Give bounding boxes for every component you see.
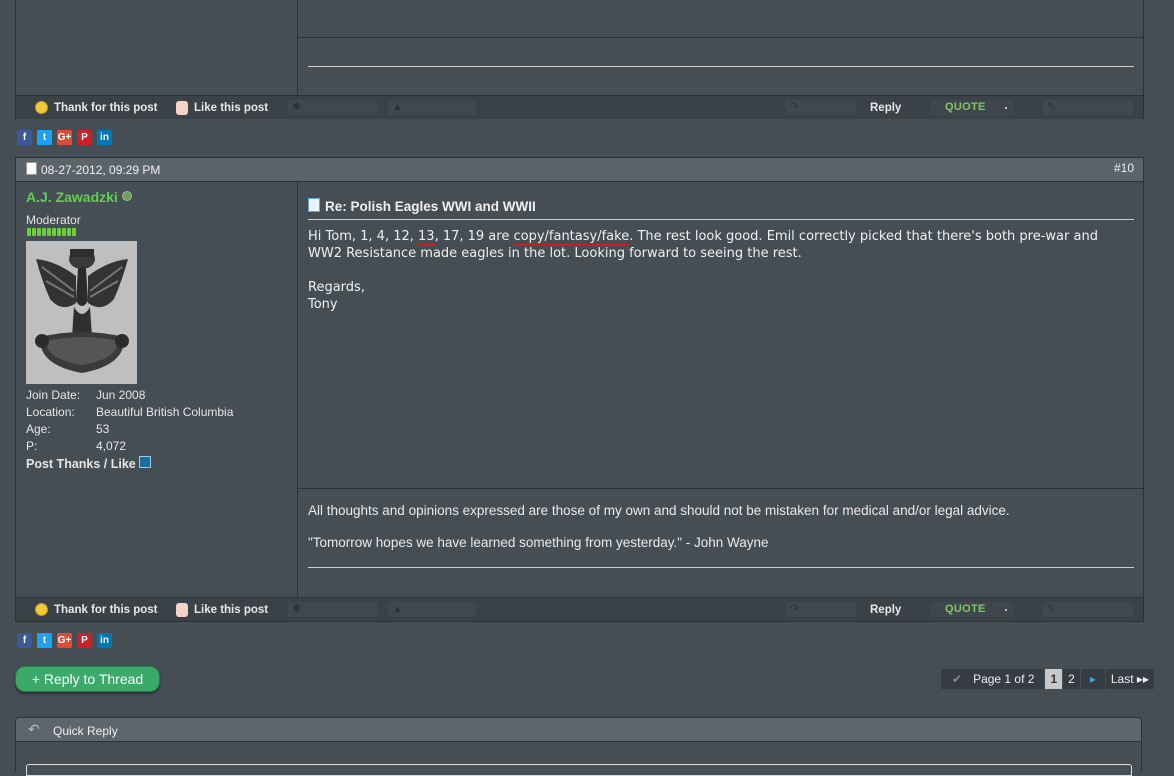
share-bar-top: f t G+ Pin bbox=[17, 129, 117, 145]
quick-reply-panel bbox=[15, 742, 1142, 776]
edit-icon: ✎ bbox=[1047, 101, 1057, 113]
like-button[interactable]: Like this post bbox=[176, 598, 268, 622]
reply-to-thread-button[interactable]: + Reply to Thread bbox=[15, 666, 160, 692]
post-date: 08-27-2012, 09:29 PM bbox=[26, 162, 160, 177]
user-title: Moderator bbox=[26, 213, 81, 227]
edit-button[interactable]: ✎ bbox=[1043, 602, 1133, 617]
message-signoff: Tony bbox=[308, 297, 338, 312]
thumbs-up-icon bbox=[176, 602, 188, 617]
pinterest-icon[interactable]: P bbox=[77, 130, 92, 145]
share-bar-bottom: f t G+ Pin bbox=[17, 632, 117, 648]
quick-reply-editor[interactable] bbox=[26, 764, 1132, 776]
quick-reply-header[interactable]: ↶ Quick Reply bbox=[15, 717, 1142, 742]
reply-button[interactable]: Reply bbox=[870, 96, 901, 120]
signature-divider bbox=[298, 488, 1144, 489]
eagle-avatar-image bbox=[26, 241, 137, 384]
user-stats: Join Date: Jun 2008 Location: Beautiful Br… bbox=[26, 388, 296, 456]
thank-button[interactable]: Thank for this post bbox=[35, 96, 158, 120]
post-number[interactable]: #10 bbox=[1114, 161, 1134, 175]
warning-icon: ▲ bbox=[392, 603, 403, 615]
edit-icon: ✎ bbox=[1047, 603, 1057, 615]
message-paragraph-1: Hi Tom, 1, 4, 12, 13, 17, 19 are copy/fa… bbox=[308, 229, 1098, 261]
page-of-label[interactable]: ✔ Page 1 of 2 bbox=[941, 669, 1045, 689]
like-button[interactable]: Like this post bbox=[176, 96, 268, 120]
stat-location: Location: Beautiful British Columbia bbox=[26, 405, 234, 419]
last-page-link[interactable]: Last ▸▸ bbox=[1105, 669, 1154, 689]
twitter-icon[interactable]: t bbox=[37, 633, 52, 648]
signature-rule bbox=[308, 567, 1134, 568]
previous-post-userinfo bbox=[16, 0, 298, 95]
post-title: Re: Polish Eagles WWI and WWII bbox=[308, 198, 1134, 220]
post: A.J. Zawadzki Moderator Join Date: Jun 2… bbox=[15, 182, 1144, 622]
star-icon: ✱ bbox=[292, 101, 302, 113]
previous-post-divider bbox=[298, 37, 1144, 38]
quote-button[interactable]: QUOTE. bbox=[931, 98, 1013, 115]
avatar[interactable] bbox=[26, 241, 137, 384]
google-plus-icon[interactable]: G+ bbox=[57, 633, 72, 648]
twitter-icon[interactable]: t bbox=[37, 130, 52, 145]
quote-button[interactable]: QUOTE. bbox=[931, 600, 1013, 617]
signature-line-1: All thoughts and opinions expressed are … bbox=[308, 503, 1010, 518]
warning-icon: ▲ bbox=[392, 101, 403, 113]
smiley-icon bbox=[35, 603, 48, 617]
message-regards: Regards, bbox=[308, 280, 365, 295]
thank-button[interactable]: Thank for this post bbox=[35, 598, 158, 622]
user-info-panel: A.J. Zawadzki Moderator Join Date: Jun 2… bbox=[16, 182, 298, 597]
post-message: Hi Tom, 1, 4, 12, 13, 17, 19 are copy/fa… bbox=[308, 228, 1134, 313]
stat-posts: P: 4,072 bbox=[26, 439, 127, 453]
stat-age: Age: 53 bbox=[26, 422, 110, 436]
dislike-button[interactable]: ✱ bbox=[288, 100, 378, 115]
previous-post: Thank for this post Like this post ✱ ▲ ↷… bbox=[15, 0, 1144, 119]
star-icon: ✱ bbox=[292, 603, 302, 615]
multiquote-icon: ↷ bbox=[790, 603, 800, 615]
post-thanks-like[interactable]: Post Thanks / Like bbox=[26, 456, 151, 471]
stat-join-date: Join Date: Jun 2008 bbox=[26, 388, 146, 402]
report-button[interactable]: ▲ bbox=[388, 602, 476, 617]
page-1-link[interactable]: 1 bbox=[1045, 669, 1063, 689]
collapse-icon[interactable] bbox=[138, 456, 151, 468]
thumbs-up-icon bbox=[176, 100, 188, 115]
username[interactable]: A.J. Zawadzki bbox=[26, 189, 132, 205]
post-doc-icon bbox=[26, 162, 37, 175]
linkedin-icon[interactable]: in bbox=[97, 130, 112, 145]
pagination: ✔ Page 1 of 2 1 2 ▸ Last ▸▸ bbox=[940, 669, 1154, 689]
quick-reply-title: Quick Reply bbox=[53, 724, 118, 738]
multiquote-button[interactable]: ↷ bbox=[786, 602, 856, 617]
post-header: 08-27-2012, 09:29 PM #10 bbox=[15, 157, 1144, 182]
previous-post-signature-rule bbox=[308, 66, 1134, 67]
edit-button[interactable]: ✎ bbox=[1043, 100, 1133, 115]
reply-button[interactable]: Reply bbox=[870, 598, 901, 622]
dislike-button[interactable]: ✱ bbox=[288, 602, 378, 617]
smiley-icon bbox=[35, 101, 48, 115]
google-plus-icon[interactable]: G+ bbox=[57, 130, 72, 145]
signature-line-2: "Tomorrow hopes we have learned somethin… bbox=[308, 535, 769, 550]
facebook-icon[interactable]: f bbox=[17, 130, 32, 145]
reply-arrow-icon: ↶ bbox=[28, 721, 40, 737]
multiquote-button[interactable]: ↷ bbox=[786, 100, 856, 115]
linkedin-icon[interactable]: in bbox=[97, 633, 112, 648]
facebook-icon[interactable]: f bbox=[17, 633, 32, 648]
post-action-bar: Thank for this post Like this post ✱ ▲ ↷… bbox=[16, 597, 1143, 621]
pinterest-icon[interactable]: P bbox=[77, 633, 92, 648]
post-icon bbox=[308, 198, 320, 212]
online-status-icon bbox=[121, 191, 132, 201]
next-page-link[interactable]: ▸ bbox=[1080, 669, 1105, 689]
report-button[interactable]: ▲ bbox=[388, 100, 476, 115]
signature: All thoughts and opinions expressed are … bbox=[308, 503, 1134, 550]
page-2-link[interactable]: 2 bbox=[1063, 669, 1080, 689]
multiquote-icon: ↷ bbox=[790, 101, 800, 113]
reputation-bar bbox=[27, 228, 76, 236]
previous-post-action-bar: Thank for this post Like this post ✱ ▲ ↷… bbox=[16, 95, 1143, 119]
